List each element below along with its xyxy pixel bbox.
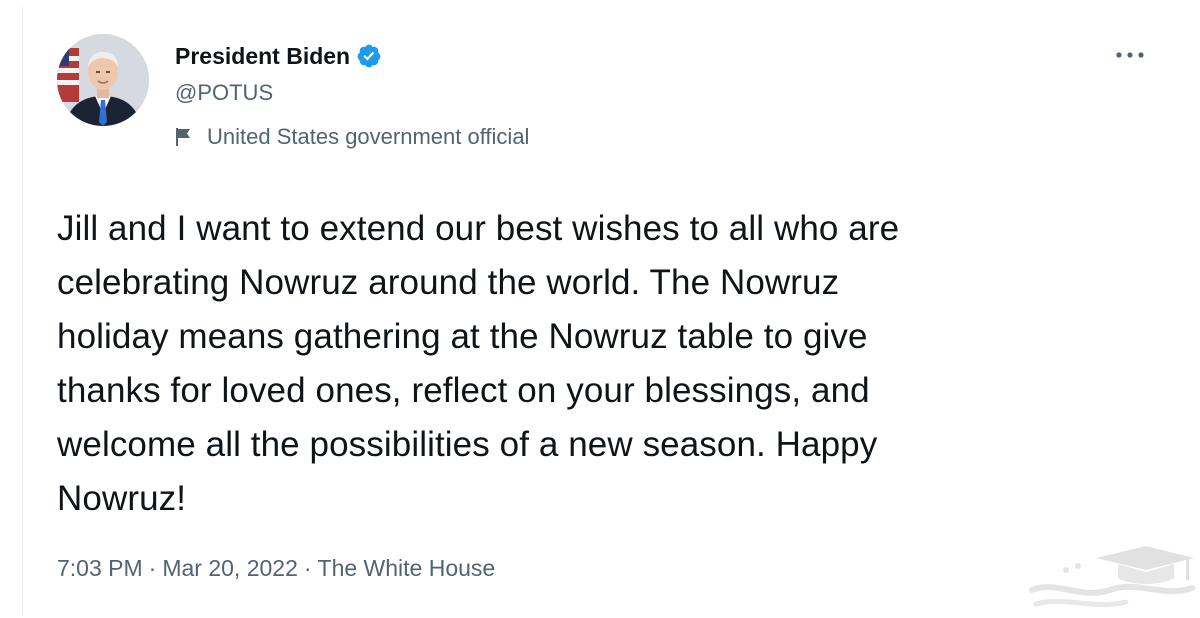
flag-icon (175, 127, 193, 147)
tweet-card[interactable]: President Biden @POTUS United States gov… (22, 6, 1183, 616)
tweet-text: Jill and I want to extend our best wishe… (57, 209, 900, 518)
meta-separator: · (303, 555, 312, 581)
government-label[interactable]: United States government official (175, 124, 529, 150)
more-options-button[interactable] (1113, 42, 1147, 68)
tweet-meta: 7:03 PM · Mar 20, 2022 · The White House (57, 555, 495, 582)
verified-badge-icon (356, 43, 382, 69)
avatar[interactable] (57, 34, 149, 126)
tweet-time[interactable]: 7:03 PM (57, 555, 143, 582)
tweet-source-link[interactable]: The White House (318, 555, 496, 582)
more-options-icon (1116, 52, 1144, 58)
author-handle[interactable]: @POTUS (175, 80, 273, 106)
government-label-text: United States government official (207, 124, 530, 149)
author-display-name[interactable]: President Biden (175, 43, 350, 70)
tweet-date[interactable]: Mar 20, 2022 (162, 555, 298, 582)
avatar-photo (57, 34, 149, 126)
graduation-cap-watermark (1026, 540, 1196, 612)
meta-separator: · (148, 555, 157, 581)
author-name-row: President Biden (175, 40, 382, 72)
